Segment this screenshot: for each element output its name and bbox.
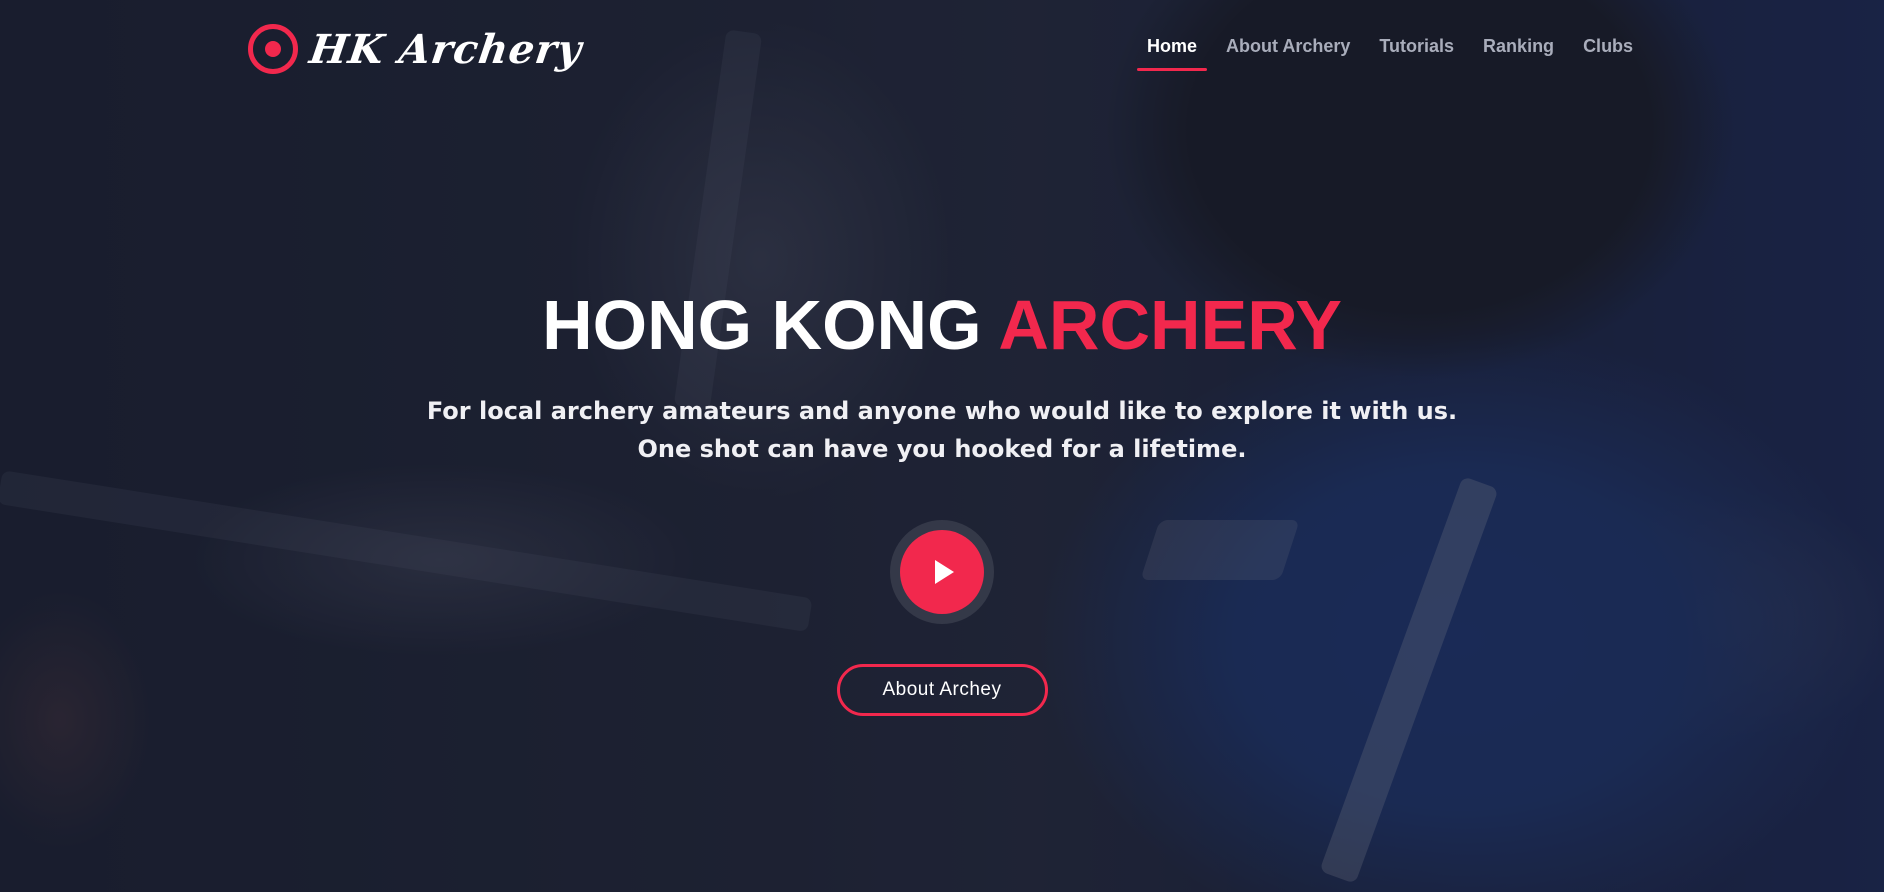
hero-section: HK Archery Home About Archery Tutorials … (0, 0, 1884, 892)
about-archery-button[interactable]: About Archey (836, 664, 1048, 716)
hero-title: HONG KONG ARCHERY (0, 285, 1884, 365)
play-video-button[interactable] (900, 530, 984, 614)
target-icon (248, 24, 298, 74)
brand-name: HK Archery (306, 25, 586, 73)
hero-title-accent: ARCHERY (998, 286, 1342, 364)
play-button-halo (890, 520, 994, 624)
hero-title-main: HONG KONG (542, 286, 982, 364)
navbar: HK Archery Home About Archery Tutorials … (0, 0, 1884, 100)
hero-subtitle: For local archery amateurs and anyone wh… (0, 392, 1884, 468)
brand-logo-link[interactable]: HK Archery (248, 24, 586, 74)
hero-content: HONG KONG ARCHERY For local archery amat… (0, 285, 1884, 716)
nav-item-ranking[interactable]: Ranking (1473, 36, 1564, 71)
nav-item-tutorials[interactable]: Tutorials (1369, 36, 1464, 71)
play-icon (935, 560, 954, 584)
nav-item-clubs[interactable]: Clubs (1573, 36, 1643, 71)
nav-item-about-archery[interactable]: About Archery (1216, 36, 1360, 71)
hero-subtitle-line-2: One shot can have you hooked for a lifet… (637, 435, 1247, 463)
main-nav: Home About Archery Tutorials Ranking Clu… (1137, 36, 1652, 71)
hero-subtitle-line-1: For local archery amateurs and anyone wh… (426, 397, 1458, 425)
nav-item-home[interactable]: Home (1137, 36, 1208, 71)
